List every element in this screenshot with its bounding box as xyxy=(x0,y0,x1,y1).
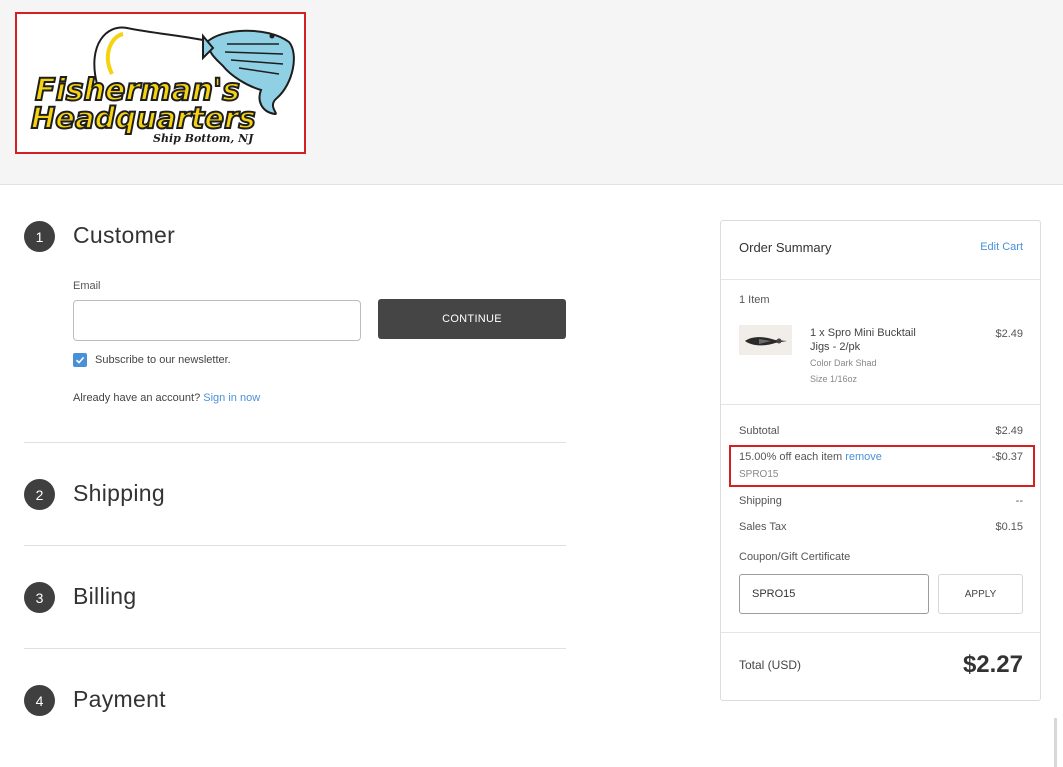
discount-label: 15.00% off each item xyxy=(739,451,843,463)
item-color: Color Dark Shad xyxy=(810,358,877,368)
discount-value: -$0.37 xyxy=(991,451,1023,463)
order-summary-title: Order Summary xyxy=(739,240,832,255)
step-3-number: 3 xyxy=(24,582,55,613)
step-3-title[interactable]: Billing xyxy=(73,583,136,610)
sign-in-link[interactable]: Sign in now xyxy=(203,392,260,404)
subscribe-checkbox[interactable] xyxy=(73,353,87,367)
email-label: Email xyxy=(73,280,101,292)
svg-text:Headquarters: Headquarters xyxy=(31,101,256,135)
item-size: Size 1/16oz xyxy=(810,374,858,384)
account-prompt-text: Already have an account? xyxy=(73,392,201,404)
coupon-input[interactable]: SPRO15 xyxy=(739,574,929,614)
discount-remove-link[interactable]: remove xyxy=(845,451,882,463)
jig-lure-icon xyxy=(745,337,787,346)
email-field[interactable] xyxy=(73,300,361,341)
subtotal-value: $2.49 xyxy=(995,425,1023,437)
store-logo-image: Fisherman's Headquarters Ship Bottom, NJ xyxy=(17,14,304,152)
shipping-value: -- xyxy=(1015,495,1023,507)
discount-line: 15.00% off each item remove xyxy=(739,451,882,463)
product-thumbnail xyxy=(739,325,792,355)
order-summary: Order Summary Edit Cart 1 Item 1 x Spro … xyxy=(720,220,1041,701)
divider xyxy=(721,632,1040,633)
step-4-number: 4 xyxy=(24,685,55,716)
account-prompt: Already have an account? Sign in now xyxy=(73,392,260,404)
discount-code: SPRO15 xyxy=(739,469,779,480)
divider xyxy=(24,442,566,443)
divider xyxy=(721,404,1040,405)
subscribe-label[interactable]: Subscribe to our newsletter. xyxy=(95,354,231,366)
divider xyxy=(24,648,566,649)
shipping-label: Shipping xyxy=(739,495,782,507)
divider xyxy=(721,279,1040,280)
step-4-title[interactable]: Payment xyxy=(73,686,166,713)
step-2-number: 2 xyxy=(24,479,55,510)
scrollbar[interactable] xyxy=(1054,718,1057,767)
total-label: Total (USD) xyxy=(739,658,802,672)
sales-tax-label: Sales Tax xyxy=(739,521,787,533)
store-logo[interactable]: Fisherman's Headquarters Ship Bottom, NJ xyxy=(15,12,306,154)
coupon-label: Coupon/Gift Certificate xyxy=(739,551,851,563)
edit-cart-link[interactable]: Edit Cart xyxy=(980,241,1023,253)
step-2-title[interactable]: Shipping xyxy=(73,480,165,507)
svg-text:Ship Bottom, NJ: Ship Bottom, NJ xyxy=(153,132,254,145)
continue-button[interactable]: CONTINUE xyxy=(378,299,566,339)
divider xyxy=(24,545,566,546)
item-price: $2.49 xyxy=(995,328,1023,340)
apply-coupon-button[interactable]: APPLY xyxy=(938,574,1023,614)
step-1-title: Customer xyxy=(73,222,176,248)
total-value: $2.27 xyxy=(962,651,1023,678)
step-1-number: 1 xyxy=(24,221,55,252)
subtotal-label: Subtotal xyxy=(739,425,780,437)
item-name-line2: Jigs - 2/pk xyxy=(810,341,861,353)
item-name-line1: 1 x Spro Mini Bucktail xyxy=(810,327,916,339)
sales-tax-value: $0.15 xyxy=(995,521,1023,533)
checkmark-icon xyxy=(75,356,85,364)
item-count: 1 Item xyxy=(739,294,770,306)
